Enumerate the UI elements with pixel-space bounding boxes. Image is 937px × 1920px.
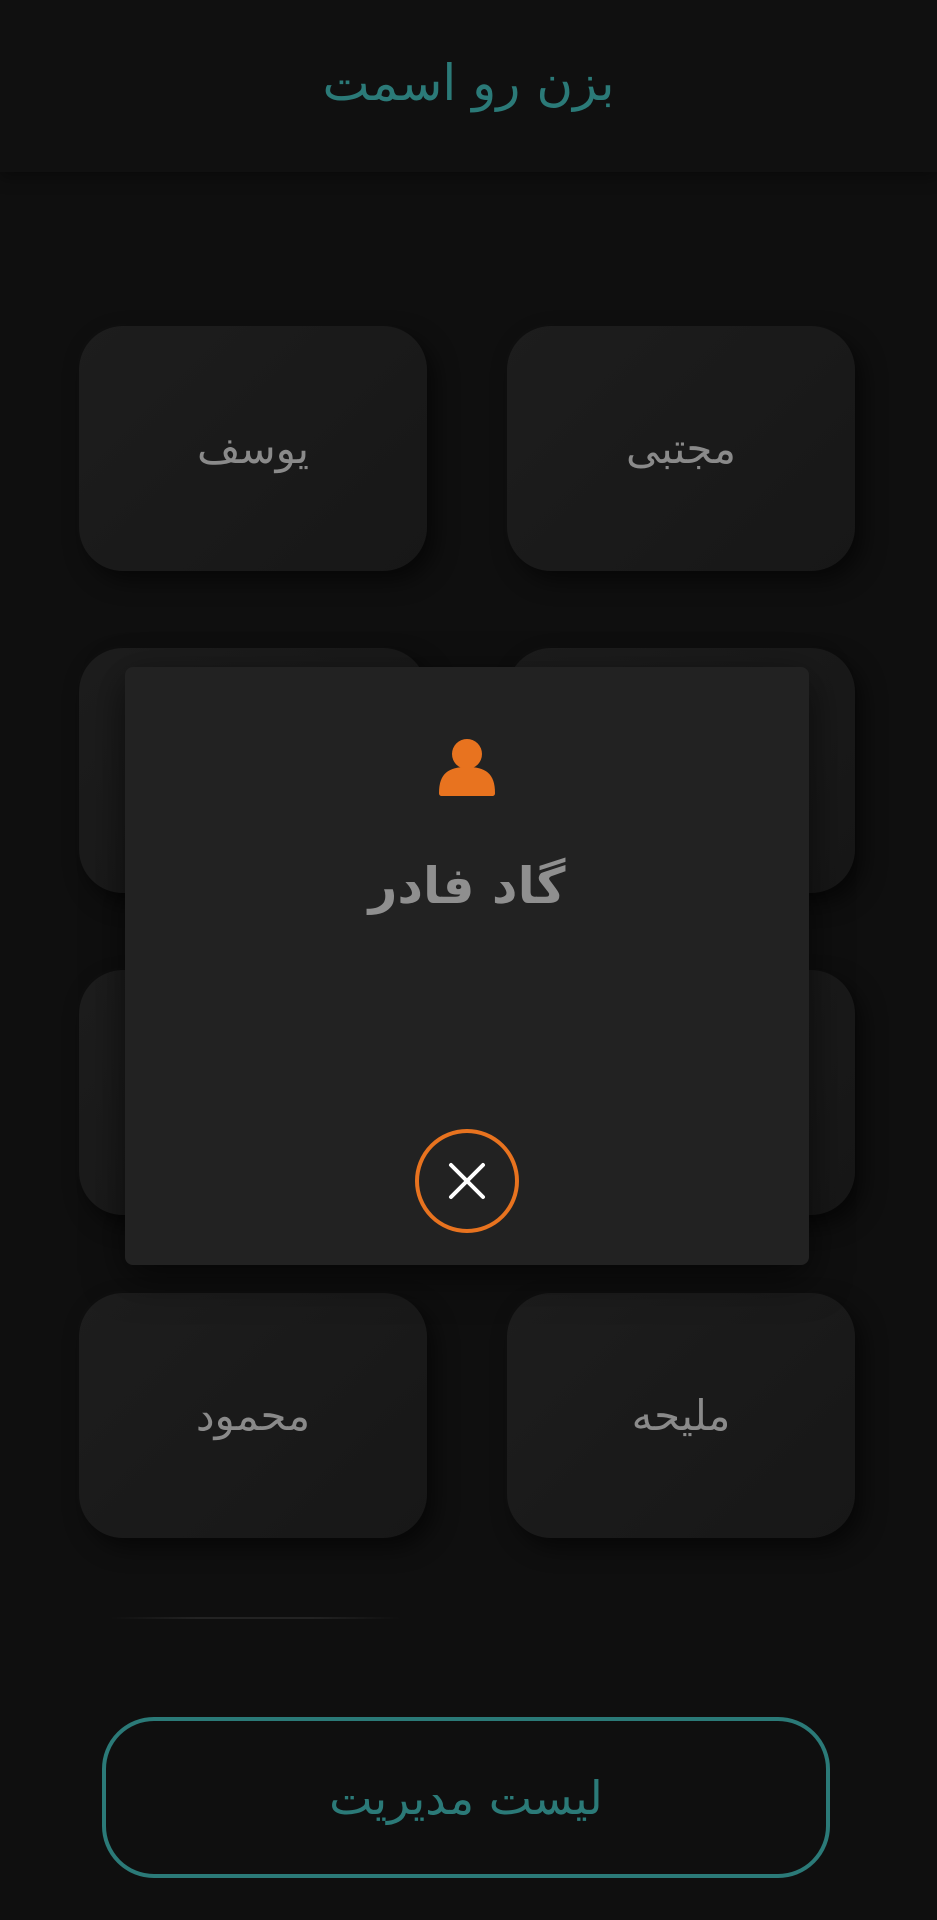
- name-card-label: یوسف: [196, 424, 310, 473]
- name-card-mahmoud[interactable]: محمود: [79, 1293, 427, 1538]
- divider: [110, 1617, 400, 1619]
- name-dialog: گاد فادر: [125, 667, 809, 1265]
- person-icon: [437, 737, 497, 797]
- close-button[interactable]: [415, 1129, 519, 1233]
- name-card-label: مجتبی: [626, 424, 736, 473]
- name-card-label: محمود: [195, 1391, 311, 1440]
- name-card-malihe[interactable]: ملیحه: [507, 1293, 855, 1538]
- page-title: بزن رو اسمت: [322, 54, 615, 112]
- manage-list-button[interactable]: لیست مدیریت: [102, 1717, 830, 1878]
- close-icon: [449, 1163, 485, 1199]
- manage-list-label: لیست مدیریت: [329, 1770, 603, 1825]
- app-header: بزن رو اسمت: [0, 0, 937, 172]
- name-card-yousef[interactable]: یوسف: [79, 326, 427, 571]
- dialog-name-text: گاد فادر: [368, 857, 566, 915]
- name-card-mojtaba[interactable]: مجتبی: [507, 326, 855, 571]
- name-card-label: ملیحه: [631, 1391, 731, 1440]
